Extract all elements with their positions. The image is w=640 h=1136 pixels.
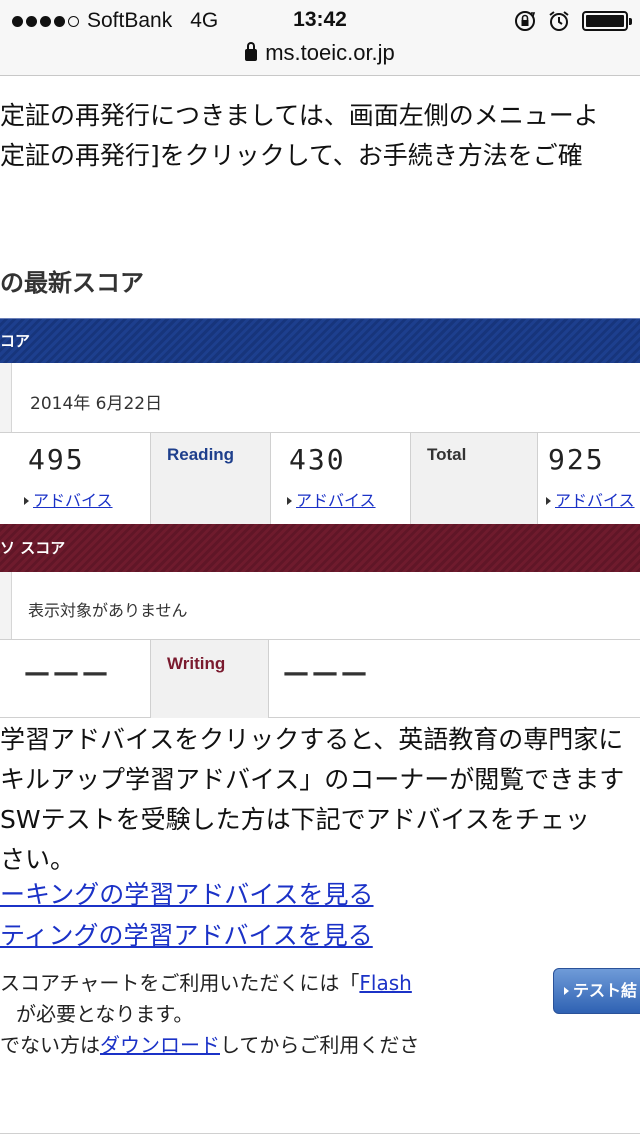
- cell-edge: [0, 363, 12, 432]
- reading-score: 430: [289, 443, 346, 476]
- status-icons: [514, 8, 632, 34]
- listening-cell: 495 アドバイス: [0, 433, 151, 524]
- writing-label: Writing: [167, 654, 226, 673]
- flash-link[interactable]: Flash: [359, 971, 411, 995]
- writing-score: ———: [283, 658, 370, 688]
- total-advice-link[interactable]: アドバイス: [546, 487, 635, 511]
- intro-text: 定証の再発行につきましては、画面左側のメニューよ 定証の再発行]をクリックして、…: [0, 96, 599, 176]
- speaking-advice-link[interactable]: ーキングの学習アドバイスを見る: [0, 875, 374, 911]
- reading-cell: 430 アドバイス: [271, 433, 411, 524]
- divider: [0, 1133, 640, 1134]
- alarm-icon: [549, 11, 569, 31]
- sw-score-row: ——— Writing ———: [0, 640, 640, 718]
- status-bar: SoftBank 4G 13:42: [0, 0, 640, 40]
- rotation-lock-icon: [515, 11, 536, 31]
- paragraph-line-3: SWテストを受験した方は下記でアドバイスをチェッ: [0, 805, 590, 834]
- notice-text: でない方は: [0, 1033, 100, 1057]
- paragraph-line-2: キルアップ学習アドバイス」のコーナーが閲覧できます: [0, 765, 625, 794]
- notice-text: スコアチャートをご利用いただくには「: [0, 971, 360, 995]
- test-result-button-label: テスト結: [573, 981, 638, 1000]
- total-label: Total: [427, 445, 467, 464]
- total-label-cell: Total: [411, 433, 538, 524]
- arrow-right-icon: [287, 497, 292, 505]
- speaking-score: ———: [24, 658, 111, 688]
- arrow-right-icon: [546, 497, 551, 505]
- writing-cell: ———: [269, 640, 640, 718]
- lock-icon: [245, 42, 258, 61]
- test-date: 2014年 6月22日: [30, 394, 163, 414]
- notice-text: してからご利用くださ: [220, 1033, 420, 1057]
- battery-icon: [582, 11, 632, 31]
- total-score: 925: [548, 443, 605, 476]
- address-bar[interactable]: ms.toeic.or.jp: [0, 36, 640, 76]
- notice-line-2: が必要となります。: [16, 1002, 194, 1026]
- lr-score-header-label: コア: [0, 332, 31, 350]
- reading-label-cell: Reading: [151, 433, 271, 524]
- advice-label: アドバイス: [296, 491, 376, 510]
- listening-score: 495: [28, 443, 85, 476]
- advice-label: アドバイス: [33, 491, 113, 510]
- writing-advice-link[interactable]: ティングの学習アドバイスを見る: [0, 916, 373, 952]
- reading-label: Reading: [167, 445, 235, 464]
- flash-notice: スコアチャートをご利用いただくには「Flash が必要となります。 でない方はダ…: [0, 968, 419, 1061]
- advice-paragraph: 学習アドバイスをクリックすると、英語教育の専門家に キルアップ学習アドバイス」の…: [0, 720, 624, 880]
- speaking-cell: ———: [0, 640, 151, 718]
- paragraph-line-4: さい。: [0, 845, 76, 874]
- listening-advice-link[interactable]: アドバイス: [24, 487, 113, 511]
- writing-label-cell: Writing: [151, 640, 269, 718]
- total-cell: 925 アドバイス: [538, 433, 640, 524]
- sw-score-header: ソ スコア: [0, 524, 640, 572]
- no-data-message: 表示対象がありません: [28, 601, 188, 620]
- lr-score-row: 495 アドバイス Reading 430 アドバイス Total 925 アド…: [0, 433, 640, 524]
- lr-date-row: 2014年 6月22日: [0, 363, 640, 433]
- intro-line-2: 定証の再発行]をクリックして、お手続き方法をご確: [0, 141, 583, 170]
- test-result-button[interactable]: テスト結: [553, 968, 640, 1014]
- download-link[interactable]: ダウンロード: [100, 1033, 220, 1057]
- arrow-right-icon: [564, 987, 569, 995]
- sw-score-header-label: ソ スコア: [0, 539, 66, 557]
- notice-line-3: でない方はダウンロードしてからご利用くださ: [0, 1030, 419, 1061]
- url-value: ms.toeic.or.jp: [265, 40, 395, 65]
- arrow-right-icon: [24, 497, 29, 505]
- url-text[interactable]: ms.toeic.or.jp: [0, 40, 640, 66]
- intro-line-1: 定証の再発行につきましては、画面左側のメニューよ: [0, 101, 599, 130]
- sw-status-row: 表示対象がありません: [0, 572, 640, 640]
- reading-advice-link[interactable]: アドバイス: [287, 487, 376, 511]
- advice-label: アドバイス: [555, 491, 635, 510]
- notice-line-1: スコアチャートをご利用いただくには「Flash: [0, 968, 419, 999]
- paragraph-line-1: 学習アドバイスをクリックすると、英語教育の専門家に: [0, 725, 624, 754]
- section-title: の最新スコア: [0, 269, 144, 297]
- cell-edge: [0, 572, 12, 639]
- lr-score-header: コア: [0, 318, 640, 363]
